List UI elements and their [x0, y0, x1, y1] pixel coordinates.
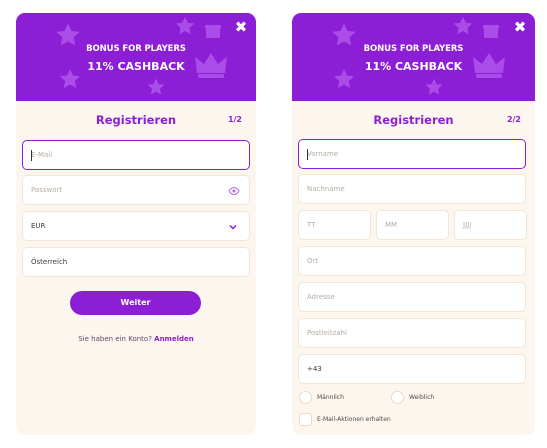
- star-icon: [175, 16, 195, 35]
- banner-subtitle: BONUS FOR PLAYERS: [86, 44, 186, 54]
- year-placeholder: JJJJ: [463, 221, 472, 229]
- city-placeholder: Ort: [307, 257, 319, 265]
- email-field[interactable]: E-Mail: [22, 140, 250, 170]
- email-offers-checkbox[interactable]: [299, 413, 312, 426]
- gender-male-radio[interactable]: [299, 391, 312, 404]
- form-title: Registrieren: [95, 113, 177, 127]
- continue-button[interactable]: Weiter: [70, 291, 201, 315]
- eye-icon[interactable]: [228, 185, 240, 197]
- phone-field[interactable]: +43: [298, 354, 526, 384]
- gender-female-option[interactable]: Weiblich: [391, 391, 434, 404]
- month-placeholder: MM: [385, 221, 398, 229]
- gender-female-label: Weiblich: [409, 394, 435, 401]
- registration-panel-step-2: BONUS FOR PLAYERS 11% CASHBACK ✖ Registr…: [292, 13, 535, 435]
- birth-year-field[interactable]: JJJJ: [454, 210, 527, 240]
- bonus-banner: BONUS FOR PLAYERS 11% CASHBACK ✖: [16, 13, 256, 101]
- star-icon: [453, 16, 473, 35]
- country-value: Österreich: [31, 258, 68, 266]
- zip-field[interactable]: Postleitzahl: [298, 318, 526, 348]
- address-field[interactable]: Adresse: [298, 282, 526, 312]
- zip-placeholder: Postleitzahl: [307, 329, 347, 337]
- step-indicator: 2/2: [506, 115, 521, 124]
- gender-male-label: Männlich: [317, 394, 344, 401]
- phone-value: +43: [307, 365, 322, 373]
- password-field[interactable]: Passwort: [22, 175, 250, 205]
- password-placeholder: Passwort: [31, 186, 63, 194]
- address-placeholder: Adresse: [307, 293, 335, 301]
- gender-female-radio[interactable]: [391, 391, 404, 404]
- gift-icon: [483, 25, 499, 38]
- step-indicator: 1/2: [227, 115, 242, 124]
- birth-month-field[interactable]: MM: [376, 210, 449, 240]
- day-placeholder: TT: [307, 221, 316, 229]
- registration-panel-step-1: BONUS FOR PLAYERS 11% CASHBACK ✖ Registr…: [16, 13, 256, 435]
- birth-day-field[interactable]: TT: [298, 210, 371, 240]
- firstname-placeholder: Vorname: [307, 150, 339, 158]
- currency-select[interactable]: EUR: [22, 211, 250, 241]
- lastname-field[interactable]: Nachname: [298, 174, 526, 204]
- login-prompt-text: Sie haben ein Konto?: [78, 335, 152, 343]
- login-prompt: Sie haben ein Konto? Anmelden: [16, 335, 256, 343]
- close-icon[interactable]: ✖: [513, 20, 527, 35]
- email-offers-label: E-Mail-Aktionen erhalten: [317, 416, 391, 423]
- chevron-down-icon: [229, 224, 237, 230]
- gender-male-option[interactable]: Männlich: [299, 391, 344, 404]
- lastname-placeholder: Nachname: [307, 185, 345, 193]
- email-placeholder: E-Mail: [31, 151, 53, 159]
- gift-icon: [205, 25, 221, 38]
- banner-headline: 11% CASHBACK: [364, 60, 463, 73]
- city-field[interactable]: Ort: [298, 246, 526, 276]
- text-cursor: [31, 150, 32, 161]
- firstname-field[interactable]: Vorname: [298, 139, 526, 169]
- currency-value: EUR: [31, 222, 46, 230]
- email-offers-option[interactable]: E-Mail-Aktionen erhalten: [299, 413, 391, 426]
- country-field[interactable]: Österreich: [22, 247, 250, 277]
- star-icon: [425, 78, 443, 95]
- star-icon: [147, 78, 165, 95]
- banner-subtitle: BONUS FOR PLAYERS: [363, 44, 464, 54]
- text-cursor: [307, 149, 308, 160]
- login-link[interactable]: Anmelden: [154, 335, 194, 343]
- form-title: Registrieren: [373, 113, 454, 127]
- banner-headline: 11% CASHBACK: [87, 60, 185, 73]
- close-icon[interactable]: ✖: [234, 20, 248, 35]
- bonus-banner: BONUS FOR PLAYERS 11% CASHBACK ✖: [292, 13, 535, 101]
